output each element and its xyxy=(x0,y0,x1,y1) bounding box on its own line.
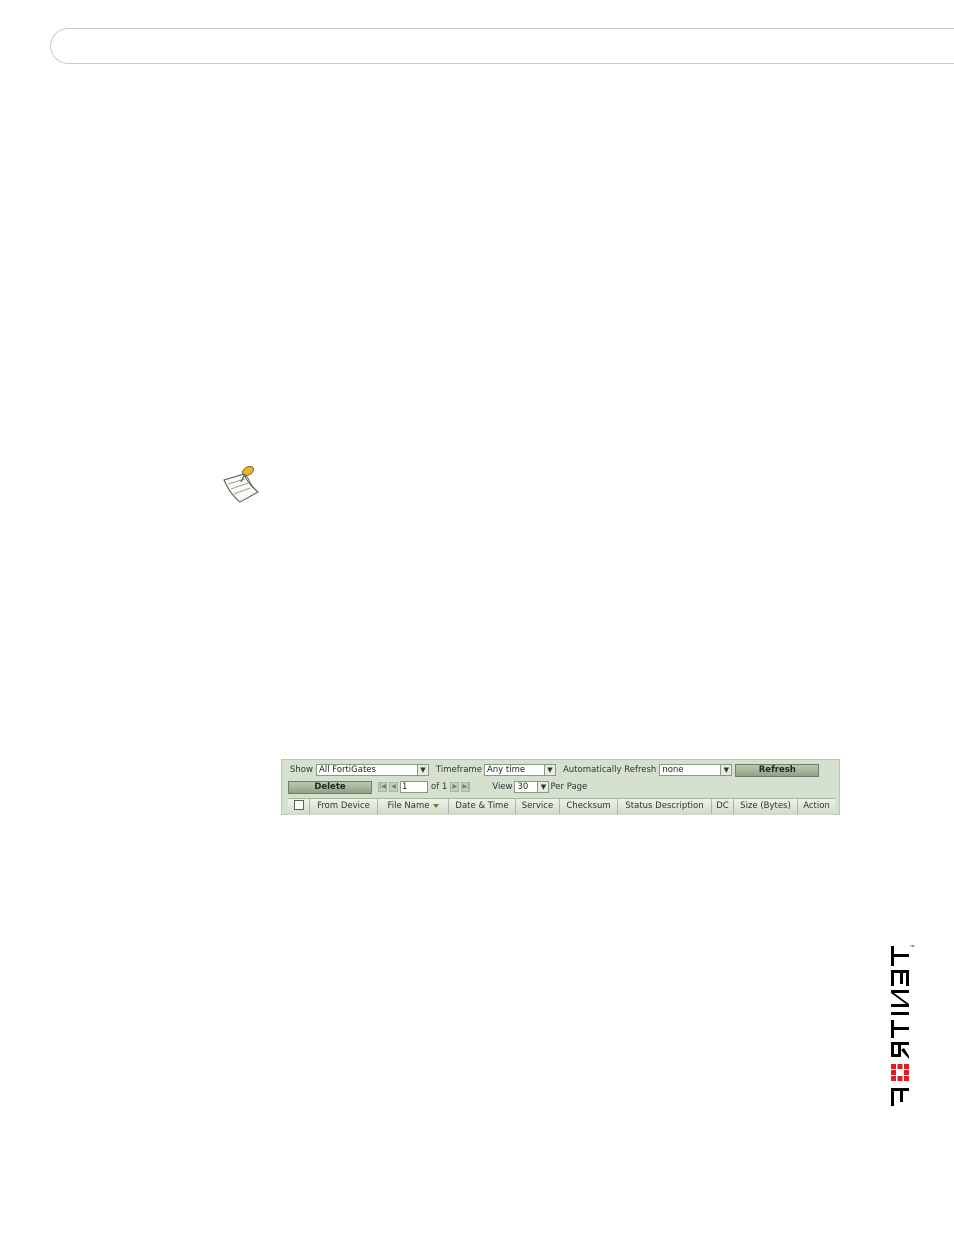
column-header-action[interactable]: Action xyxy=(798,799,835,814)
view-label: View xyxy=(492,782,513,792)
svg-text:TM: TM xyxy=(909,944,915,948)
first-page-icon[interactable]: |◀ xyxy=(378,782,387,792)
auto-refresh-label: Automatically Refresh xyxy=(562,765,657,775)
timeframe-select[interactable]: Any time ▼ xyxy=(483,764,556,776)
chevron-down-icon: ▼ xyxy=(543,765,555,775)
page-header-bar xyxy=(50,28,954,64)
column-header-file-name-label: File Name xyxy=(387,801,430,811)
show-label: Show xyxy=(290,765,313,775)
column-header-file-name[interactable]: File Name xyxy=(378,799,449,814)
delete-button[interactable]: Delete xyxy=(288,780,372,794)
column-header-dc[interactable]: DC xyxy=(712,799,734,814)
auto-refresh-select[interactable]: none ▼ xyxy=(659,764,733,776)
view-count-select[interactable]: 30 ▼ xyxy=(514,781,550,793)
auto-refresh-select-value: none xyxy=(662,765,684,775)
timeframe-select-value: Any time xyxy=(486,765,526,775)
next-page-icon[interactable]: ▶ xyxy=(450,782,460,792)
column-header-service[interactable]: Service xyxy=(516,799,560,814)
column-header-checksum[interactable]: Checksum xyxy=(560,799,618,814)
column-header-from-device[interactable]: From Device xyxy=(310,799,378,814)
fortinet-logo: TM xyxy=(891,944,915,1106)
page-number-input[interactable]: 1 xyxy=(400,781,428,793)
chevron-down-icon: ▼ xyxy=(720,765,732,775)
show-select[interactable]: All FortiGates ▼ xyxy=(315,764,429,776)
last-page-icon[interactable]: ▶| xyxy=(461,782,471,792)
column-header-status-description[interactable]: Status Description xyxy=(618,799,712,814)
column-header-size[interactable]: Size (Bytes) xyxy=(734,799,798,814)
view-count-value: 30 xyxy=(517,782,529,792)
log-table-header: From Device File Name Date & Time Servic… xyxy=(288,798,835,815)
select-all-column xyxy=(288,799,310,814)
refresh-button[interactable]: Refresh xyxy=(735,763,820,777)
chevron-down-icon: ▼ xyxy=(416,765,428,775)
filter-toolbar: Show All FortiGates ▼ Timeframe Any time… xyxy=(290,762,820,778)
prev-page-icon[interactable]: ◀ xyxy=(389,782,398,792)
log-viewer-panel: Show All FortiGates ▼ Timeframe Any time… xyxy=(281,759,840,815)
column-header-date-time[interactable]: Date & Time xyxy=(449,799,516,814)
pagination-toolbar: Delete |◀ ◀ 1 of 1 ▶ ▶| View 30 ▼ Per Pa… xyxy=(288,779,587,795)
per-page-label: Per Page xyxy=(550,782,588,792)
show-select-value: All FortiGates xyxy=(318,765,376,775)
timeframe-label: Timeframe xyxy=(435,765,482,775)
sort-down-icon xyxy=(432,803,439,808)
chevron-down-icon: ▼ xyxy=(537,782,549,792)
note-pin-icon xyxy=(223,466,259,503)
page-count-label: of 1 xyxy=(431,782,448,792)
select-all-checkbox[interactable] xyxy=(293,799,304,810)
